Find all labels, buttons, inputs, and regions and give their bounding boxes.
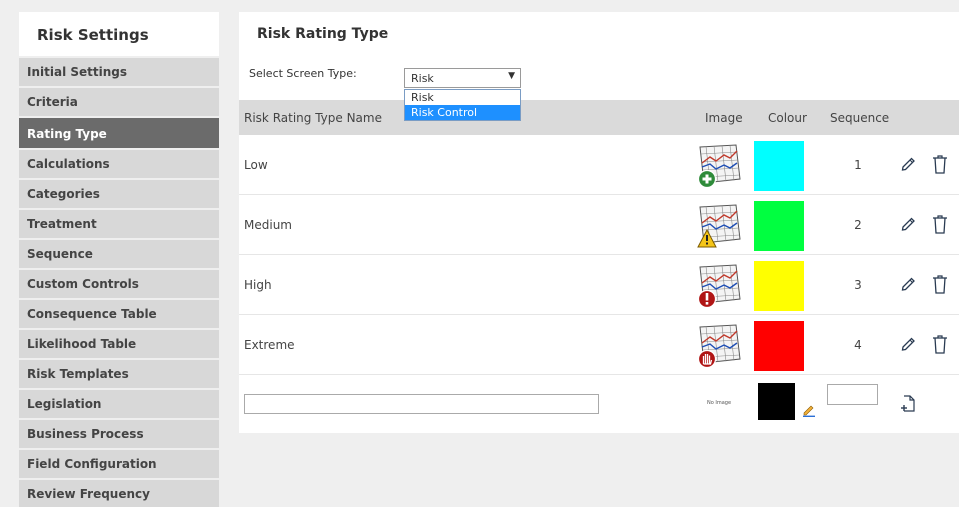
trash-icon[interactable] xyxy=(932,214,948,234)
sidebar-item-review-frequency[interactable]: Review Frequency xyxy=(19,480,219,507)
sidebar-item-consequence-table[interactable]: Consequence Table xyxy=(19,300,219,328)
pencil-icon[interactable] xyxy=(900,334,916,352)
exclamation-badge-icon xyxy=(697,289,717,309)
rating-image xyxy=(697,264,741,309)
new-row: No Image xyxy=(239,376,959,433)
chevron-down-icon: ▼ xyxy=(508,71,515,81)
screen-type-label: Select Screen Type: xyxy=(249,67,357,80)
rating-image xyxy=(697,324,741,369)
sidebar-item-rating-type[interactable]: Rating Type xyxy=(19,118,219,148)
header-image: Image xyxy=(705,111,743,125)
sidebar-item-legislation[interactable]: Legislation xyxy=(19,390,219,418)
plus-badge-icon xyxy=(697,169,717,189)
dropdown-option-risk[interactable]: Risk xyxy=(405,90,520,105)
main-panel: Risk Rating Type Select Screen Type: Ris… xyxy=(239,12,959,433)
stop-hand-badge-icon xyxy=(697,349,717,369)
sidebar-item-field-configuration[interactable]: Field Configuration xyxy=(19,450,219,478)
sidebar-title: Risk Settings xyxy=(19,12,219,56)
new-name-input[interactable] xyxy=(244,394,599,414)
dropdown-option-risk-control[interactable]: Risk Control xyxy=(405,105,520,120)
colour-swatch xyxy=(754,321,804,371)
table-header: Risk Rating Type Name Image Colour Seque… xyxy=(239,100,959,135)
sidebar-item-calculations[interactable]: Calculations xyxy=(19,150,219,178)
pencil-icon[interactable] xyxy=(900,214,916,232)
table-row: High 3 xyxy=(239,255,959,315)
colour-swatch xyxy=(754,141,804,191)
sidebar-item-treatment[interactable]: Treatment xyxy=(19,210,219,238)
pencil-icon[interactable] xyxy=(900,154,916,172)
page-title: Risk Rating Type xyxy=(257,26,389,42)
table-row: Medium 2 xyxy=(239,195,959,255)
rating-image xyxy=(697,144,741,189)
rating-name: High xyxy=(244,278,272,292)
table-row: Low 1 xyxy=(239,135,959,195)
rating-image xyxy=(697,204,741,248)
screen-type-select[interactable]: Risk ▼ xyxy=(404,68,521,88)
screen-type-selected-value: Risk xyxy=(411,72,434,85)
sidebar-item-business-process[interactable]: Business Process xyxy=(19,420,219,448)
rating-sequence: 4 xyxy=(854,338,862,352)
new-sequence-input[interactable] xyxy=(827,384,878,405)
rating-sequence: 2 xyxy=(854,218,862,232)
colour-swatch xyxy=(754,261,804,311)
rating-sequence: 1 xyxy=(854,158,862,172)
colour-picker-icon[interactable] xyxy=(802,403,816,417)
trash-icon[interactable] xyxy=(932,274,948,294)
rating-name: Extreme xyxy=(244,338,295,352)
sidebar-item-criteria[interactable]: Criteria xyxy=(19,88,219,116)
no-image-placeholder: No Image xyxy=(707,400,732,406)
new-colour-swatch[interactable] xyxy=(758,383,795,420)
rating-name: Low xyxy=(244,158,268,172)
screen-type-dropdown: Risk Risk Control xyxy=(404,89,521,121)
sidebar-item-risk-templates[interactable]: Risk Templates xyxy=(19,360,219,388)
sidebar-item-initial-settings[interactable]: Initial Settings xyxy=(19,58,219,86)
colour-swatch xyxy=(754,201,804,251)
sidebar-item-categories[interactable]: Categories xyxy=(19,180,219,208)
table-row: Extreme 4 xyxy=(239,315,959,375)
sidebar-item-likelihood-table[interactable]: Likelihood Table xyxy=(19,330,219,358)
header-name: Risk Rating Type Name xyxy=(244,111,382,125)
trash-icon[interactable] xyxy=(932,154,948,174)
sidebar-item-custom-controls[interactable]: Custom Controls xyxy=(19,270,219,298)
pencil-icon[interactable] xyxy=(900,274,916,292)
sidebar: Risk Settings Initial Settings Criteria Ra… xyxy=(19,12,219,507)
rating-name: Medium xyxy=(244,218,292,232)
trash-icon[interactable] xyxy=(932,334,948,354)
sidebar-item-sequence[interactable]: Sequence xyxy=(19,240,219,268)
header-sequence: Sequence xyxy=(830,111,890,125)
add-file-icon[interactable] xyxy=(900,395,916,413)
header-colour: Colour xyxy=(768,111,807,125)
rating-sequence: 3 xyxy=(854,278,862,292)
